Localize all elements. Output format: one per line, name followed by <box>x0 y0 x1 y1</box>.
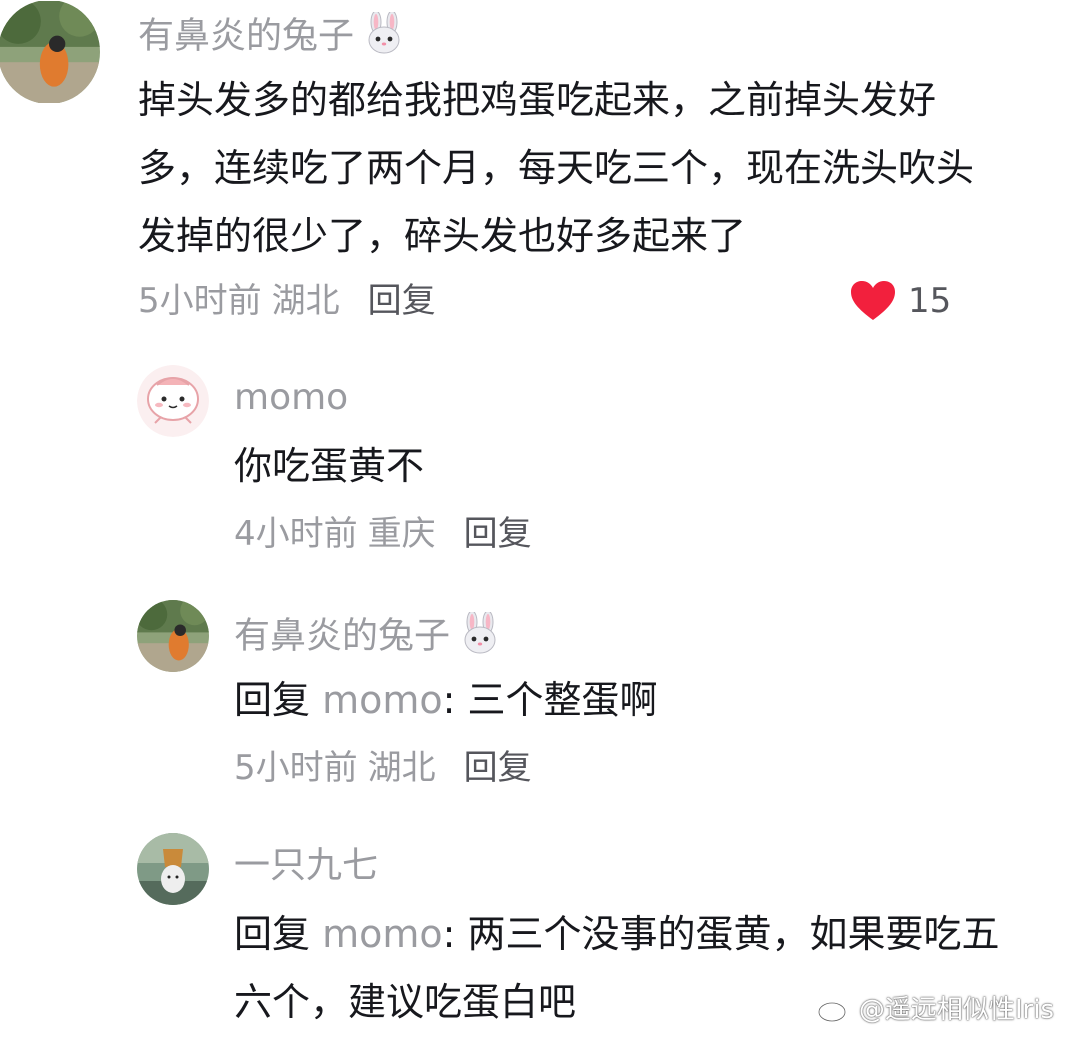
avatar-photo-icon <box>0 0 100 103</box>
avatar[interactable] <box>137 833 209 905</box>
like-button[interactable]: 15 <box>850 280 951 322</box>
reply-meta: 4小时前 重庆 回复 <box>234 517 532 551</box>
reply-prefix: 回复 <box>234 912 323 956</box>
avatar-cartoon-icon <box>137 365 209 437</box>
reply-meta: 5小时前 湖北 回复 <box>234 751 532 785</box>
reply-username[interactable]: 一只九七 <box>234 848 378 884</box>
comment-username[interactable]: 有鼻炎的兔子 <box>138 10 406 63</box>
rabbit-face-icon <box>458 610 502 663</box>
reply-time: 5小时前 <box>234 748 358 788</box>
avatar-photo-icon <box>137 600 209 672</box>
reply-button[interactable]: 回复 <box>464 748 532 788</box>
weibo-logo-icon <box>817 996 851 1022</box>
reply-content: : 两三个没事的蛋黄，如果要吃五 <box>442 912 1000 956</box>
comment-meta: 5小时前 湖北 回复 <box>138 284 436 318</box>
reply-text: 你吃蛋黄不 <box>234 444 425 488</box>
reply-to-username[interactable]: momo <box>322 912 443 956</box>
avatar[interactable] <box>137 600 209 672</box>
reply-content: : 三个整蛋啊 <box>442 678 658 722</box>
comment-location: 湖北 <box>271 281 340 321</box>
heart-icon <box>851 281 895 320</box>
reply-username[interactable]: 有鼻炎的兔子 <box>234 610 502 663</box>
rabbit-face-icon <box>362 10 406 63</box>
reply-text: 回复 momo: 三个整蛋啊 <box>234 666 658 734</box>
reply-time: 4小时前 <box>234 514 358 554</box>
watermark-text: @遥远相似性Iris <box>858 995 1054 1025</box>
reply-button[interactable]: 回复 <box>464 514 532 554</box>
comment-text-line: 发掉的很少了，碎头发也好多起来了 <box>138 214 747 258</box>
watermark: @遥远相似性Iris <box>817 989 1054 1026</box>
comment-text-line: 多，连续吃了两个月，每天吃三个，现在洗头吹头 <box>138 146 975 190</box>
reply-button[interactable]: 回复 <box>368 281 436 321</box>
avatar[interactable] <box>0 0 100 104</box>
reply-to-username[interactable]: momo <box>322 678 443 722</box>
avatar-photo-icon <box>137 833 209 905</box>
reply-text-line: 回复 momo: 两三个没事的蛋黄，如果要吃五 <box>234 900 1000 968</box>
comment-text: 掉头发多的都给我把鸡蛋吃起来，之前掉头发好 多，连续吃了两个月，每天吃三个，现在… <box>138 66 974 270</box>
like-count: 15 <box>908 281 952 321</box>
reply-prefix: 回复 <box>234 678 323 722</box>
reply-location: 湖北 <box>367 748 436 788</box>
avatar[interactable] <box>137 365 209 437</box>
reply-location: 重庆 <box>367 514 436 554</box>
comment-text-line: 掉头发多的都给我把鸡蛋吃起来，之前掉头发好 <box>138 78 937 122</box>
reply-username[interactable]: momo <box>234 380 348 416</box>
comment-time: 5小时前 <box>138 281 262 321</box>
